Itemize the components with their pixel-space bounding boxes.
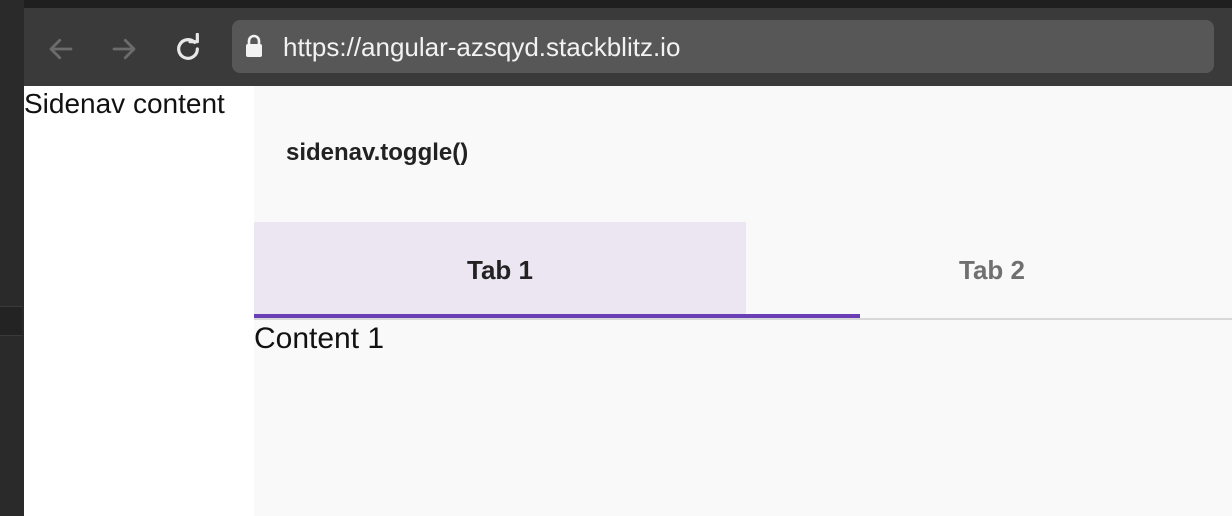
reload-button[interactable] (171, 32, 205, 66)
sidenav-toggle-button[interactable]: sidenav.toggle() (286, 138, 468, 168)
tab-1[interactable]: Tab 1 (254, 222, 746, 318)
tab-label: Tab 2 (959, 254, 1025, 285)
outer-left-panel (0, 0, 24, 516)
browser-toolbar: https://angular-azsqyd.stackblitz.io (24, 0, 1232, 86)
lock-icon (246, 34, 262, 57)
tab-content: Content 1 (254, 322, 385, 355)
outer-panel-tab (0, 306, 22, 336)
tab-header: Tab 1 Tab 2 (254, 222, 1232, 320)
back-button[interactable] (44, 32, 78, 66)
tab-2[interactable]: Tab 2 (746, 222, 1232, 318)
forward-arrow-icon (112, 38, 136, 60)
tab-label: Tab 1 (467, 254, 533, 285)
browser-window: https://angular-azsqyd.stackblitz.io Sid… (24, 0, 1232, 516)
back-arrow-icon (49, 38, 73, 60)
reload-icon (177, 33, 199, 60)
address-bar[interactable]: https://angular-azsqyd.stackblitz.io (232, 20, 1214, 73)
forward-button[interactable] (107, 32, 141, 66)
main-content: sidenav.toggle() Tab 1 Tab 2 Content 1 (254, 86, 1232, 516)
sidenav: Sidenav content (24, 86, 254, 516)
sidenav-content: Sidenav content (24, 88, 225, 119)
url-text: https://angular-azsqyd.stackblitz.io (283, 32, 681, 62)
tab-ink-bar (254, 314, 860, 318)
